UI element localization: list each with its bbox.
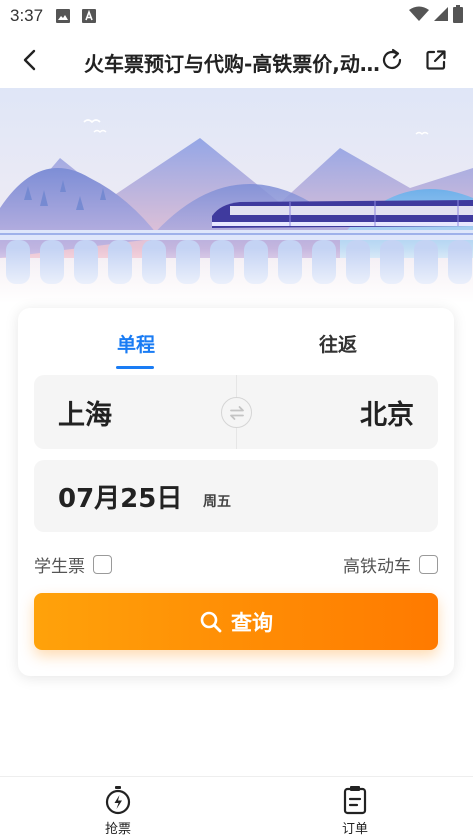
app-header: 火车票预订与代购-高铁票价,动... — [0, 32, 473, 88]
highspeed-train-checkbox[interactable] — [419, 555, 438, 574]
trip-type-tabs: 单程 往返 — [18, 308, 454, 370]
search-button[interactable]: 查询 — [34, 593, 438, 650]
tab-round-trip[interactable]: 往返 — [319, 330, 357, 357]
back-button[interactable] — [16, 46, 44, 74]
student-ticket-label: 学生票 — [34, 557, 85, 577]
arrival-city[interactable]: 北京 — [360, 393, 414, 432]
nav-label-grab-tickets: 抢票 — [104, 822, 131, 837]
battery-icon — [453, 4, 463, 28]
booking-card: 单程 往返 上海 北京 07月25日 周五 学生票 高铁动车 查询 — [18, 308, 454, 676]
route-selector: 上海 北京 — [34, 375, 438, 449]
status-bar: 3:37 — [0, 0, 473, 32]
swap-arrows-icon — [229, 405, 244, 420]
refresh-button[interactable] — [378, 46, 406, 74]
swap-cities-button[interactable] — [221, 397, 252, 428]
student-ticket-checkbox[interactable] — [93, 555, 112, 574]
tab-one-way[interactable]: 单程 — [117, 330, 155, 357]
share-button[interactable] — [422, 46, 450, 74]
active-tab-indicator — [116, 366, 154, 369]
page-title: 火车票预订与代购-高铁票价,动... — [84, 52, 380, 76]
departure-weekday: 周五 — [203, 494, 231, 510]
refresh-icon — [382, 48, 402, 70]
departure-date-selector[interactable]: 07月25日 周五 — [34, 460, 438, 532]
search-icon — [200, 611, 222, 632]
bottom-navigation: 抢票 订单 — [0, 776, 473, 840]
chevron-left-icon — [23, 49, 36, 71]
nav-label-orders: 订单 — [341, 822, 368, 837]
image-icon — [55, 8, 71, 24]
signal-icon — [433, 6, 449, 27]
wifi-icon — [409, 6, 429, 27]
nav-item-orders[interactable]: 订单 — [315, 785, 395, 837]
order-clipboard-icon — [343, 786, 367, 815]
departure-date: 07月25日 — [58, 484, 183, 514]
status-time: 3:37 — [10, 6, 44, 25]
banner-illustration — [0, 88, 473, 303]
nav-item-grab-tickets[interactable]: 抢票 — [78, 785, 158, 837]
highspeed-train-label: 高铁动车 — [343, 557, 411, 577]
stopwatch-bolt-icon — [105, 786, 131, 815]
font-a-icon — [81, 8, 97, 24]
student-ticket-option[interactable]: 学生票 — [34, 552, 112, 577]
search-button-label: 查询 — [231, 610, 273, 635]
highspeed-train-option[interactable]: 高铁动车 — [343, 552, 438, 577]
share-external-icon — [426, 50, 446, 70]
departure-city[interactable]: 上海 — [58, 393, 112, 432]
